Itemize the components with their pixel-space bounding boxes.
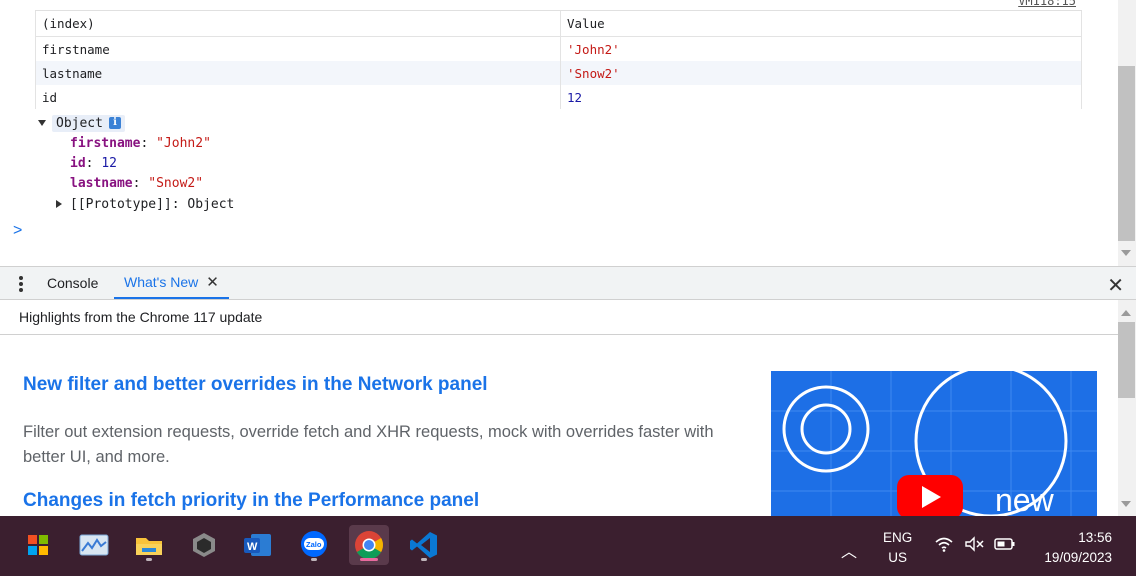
running-indicator xyxy=(146,558,152,561)
language-code: ENG xyxy=(883,530,913,545)
clock-time: 13:56 xyxy=(1078,530,1112,545)
column-header-index[interactable]: (index) xyxy=(35,11,561,37)
scroll-down-arrow-icon[interactable] xyxy=(1121,250,1131,256)
close-drawer-icon[interactable]: ✕ xyxy=(1107,273,1124,298)
property-key: lastname xyxy=(70,176,133,191)
info-icon[interactable]: i xyxy=(108,117,121,129)
taskbar-app-word[interactable]: W xyxy=(238,525,278,565)
chrome-whats-new-artwork: new xyxy=(771,371,1097,516)
clock[interactable]: 13:56 19/09/2023 xyxy=(1044,528,1112,568)
object-label-text: Object xyxy=(56,115,103,131)
scroll-up-arrow-icon[interactable] xyxy=(1121,310,1131,316)
taskbar-app-file-explorer[interactable] xyxy=(129,525,169,565)
zalo-text: Zalo xyxy=(306,540,322,549)
table-cell-index: lastname xyxy=(35,61,561,85)
collapse-triangle-icon[interactable] xyxy=(56,200,62,208)
video-thumbnail[interactable]: new xyxy=(771,371,1097,516)
table-row: id 12 xyxy=(35,85,1082,109)
active-indicator xyxy=(360,558,378,561)
table-cell-value: 12 xyxy=(560,85,1082,109)
column-header-value[interactable]: Value xyxy=(560,11,1082,37)
table-cell-value: 'John2' xyxy=(560,36,1082,61)
subheader-text: Highlights from the Chrome 117 update xyxy=(19,309,263,325)
prototype-expander[interactable]: [[Prototype]]: Object xyxy=(38,194,234,214)
unity-icon xyxy=(193,533,215,557)
table-cell-index: firstname xyxy=(35,36,561,61)
more-options-icon[interactable] xyxy=(14,275,28,293)
article-body: Filter out extension requests, override … xyxy=(23,423,714,466)
tab-console[interactable]: Console xyxy=(47,275,98,291)
photos-icon xyxy=(79,534,109,556)
article-title-link[interactable]: Changes in fetch priority in the Perform… xyxy=(23,490,479,512)
zalo-icon: Zalo xyxy=(301,531,327,557)
property-key: id xyxy=(70,156,86,171)
table-header-row: (index) Value xyxy=(35,11,1082,37)
console-output: VM118:15 (index) Value firstname 'John2'… xyxy=(0,0,1118,266)
object-tree: Object i firstname: "John2" id: 12 lastn… xyxy=(38,112,234,214)
close-tab-icon[interactable]: ✕ xyxy=(206,273,219,291)
show-hidden-icons-chevron-icon[interactable]: ︿ xyxy=(841,538,857,562)
taskbar-app-photos[interactable] xyxy=(74,525,114,565)
console-scrollbar-thumb[interactable] xyxy=(1118,66,1135,241)
region-code: US xyxy=(888,550,908,565)
thumbnail-text: new xyxy=(995,482,1055,516)
taskbar-app-chrome[interactable] xyxy=(349,525,389,565)
table-cell-index: id xyxy=(35,85,561,109)
object-property: id: 12 xyxy=(70,156,117,171)
battery-icon[interactable] xyxy=(994,536,1016,552)
drawer-tab-bar: Console What's New ✕ ✕ xyxy=(0,266,1136,300)
source-link[interactable]: VM118:15 xyxy=(1018,0,1076,8)
property-value: "John2" xyxy=(156,136,211,151)
whats-new-scrollbar-thumb[interactable] xyxy=(1118,322,1135,398)
clock-date: 19/09/2023 xyxy=(1044,550,1112,565)
object-label[interactable]: Object i xyxy=(52,114,125,132)
taskbar-app-vscode[interactable] xyxy=(404,525,444,565)
expand-triangle-icon[interactable] xyxy=(38,120,46,126)
object-property: firstname: "John2" xyxy=(70,136,211,151)
running-indicator xyxy=(311,558,317,561)
chrome-icon xyxy=(355,531,383,559)
property-value: "Snow2" xyxy=(148,176,204,191)
table-row: firstname 'John2' xyxy=(35,36,1082,61)
console-table: (index) Value firstname 'John2' lastname… xyxy=(35,10,1082,109)
running-indicator xyxy=(421,558,427,561)
whats-new-content: New filter and better overrides in the N… xyxy=(0,335,1118,516)
property-value: 12 xyxy=(101,156,117,171)
article-title-link[interactable]: New filter and better overrides in the N… xyxy=(23,374,488,396)
console-prompt-icon[interactable]: > xyxy=(13,222,22,240)
taskbar-app-unity[interactable] xyxy=(184,525,224,565)
object-property: lastname: "Snow2" xyxy=(70,176,204,191)
system-tray[interactable] xyxy=(934,536,1016,552)
whats-new-subheader: Highlights from the Chrome 117 update xyxy=(0,300,1136,335)
wifi-icon[interactable] xyxy=(934,536,954,552)
taskbar: W Zalo ︿ ENG US 13:56 19/09/2023 xyxy=(0,516,1136,576)
scroll-down-arrow-icon[interactable] xyxy=(1121,501,1131,507)
word-letter: W xyxy=(247,541,258,553)
windows-logo-icon xyxy=(28,535,48,555)
word-icon: W xyxy=(244,534,271,556)
start-button[interactable] xyxy=(18,525,58,565)
object-expander[interactable]: Object i xyxy=(38,112,234,134)
folder-icon xyxy=(136,538,162,555)
tab-label: What's New xyxy=(124,274,199,290)
taskbar-app-zalo[interactable]: Zalo xyxy=(294,525,334,565)
language-indicator[interactable]: ENG US xyxy=(883,528,912,568)
property-key: firstname xyxy=(70,136,141,151)
vscode-icon xyxy=(410,532,437,558)
tab-whats-new[interactable]: What's New ✕ xyxy=(114,267,229,299)
volume-muted-icon[interactable] xyxy=(964,536,984,552)
table-row: lastname 'Snow2' xyxy=(35,61,1082,85)
table-cell-value: 'Snow2' xyxy=(560,61,1082,85)
prototype-label: [[Prototype]]: Object xyxy=(70,196,235,212)
